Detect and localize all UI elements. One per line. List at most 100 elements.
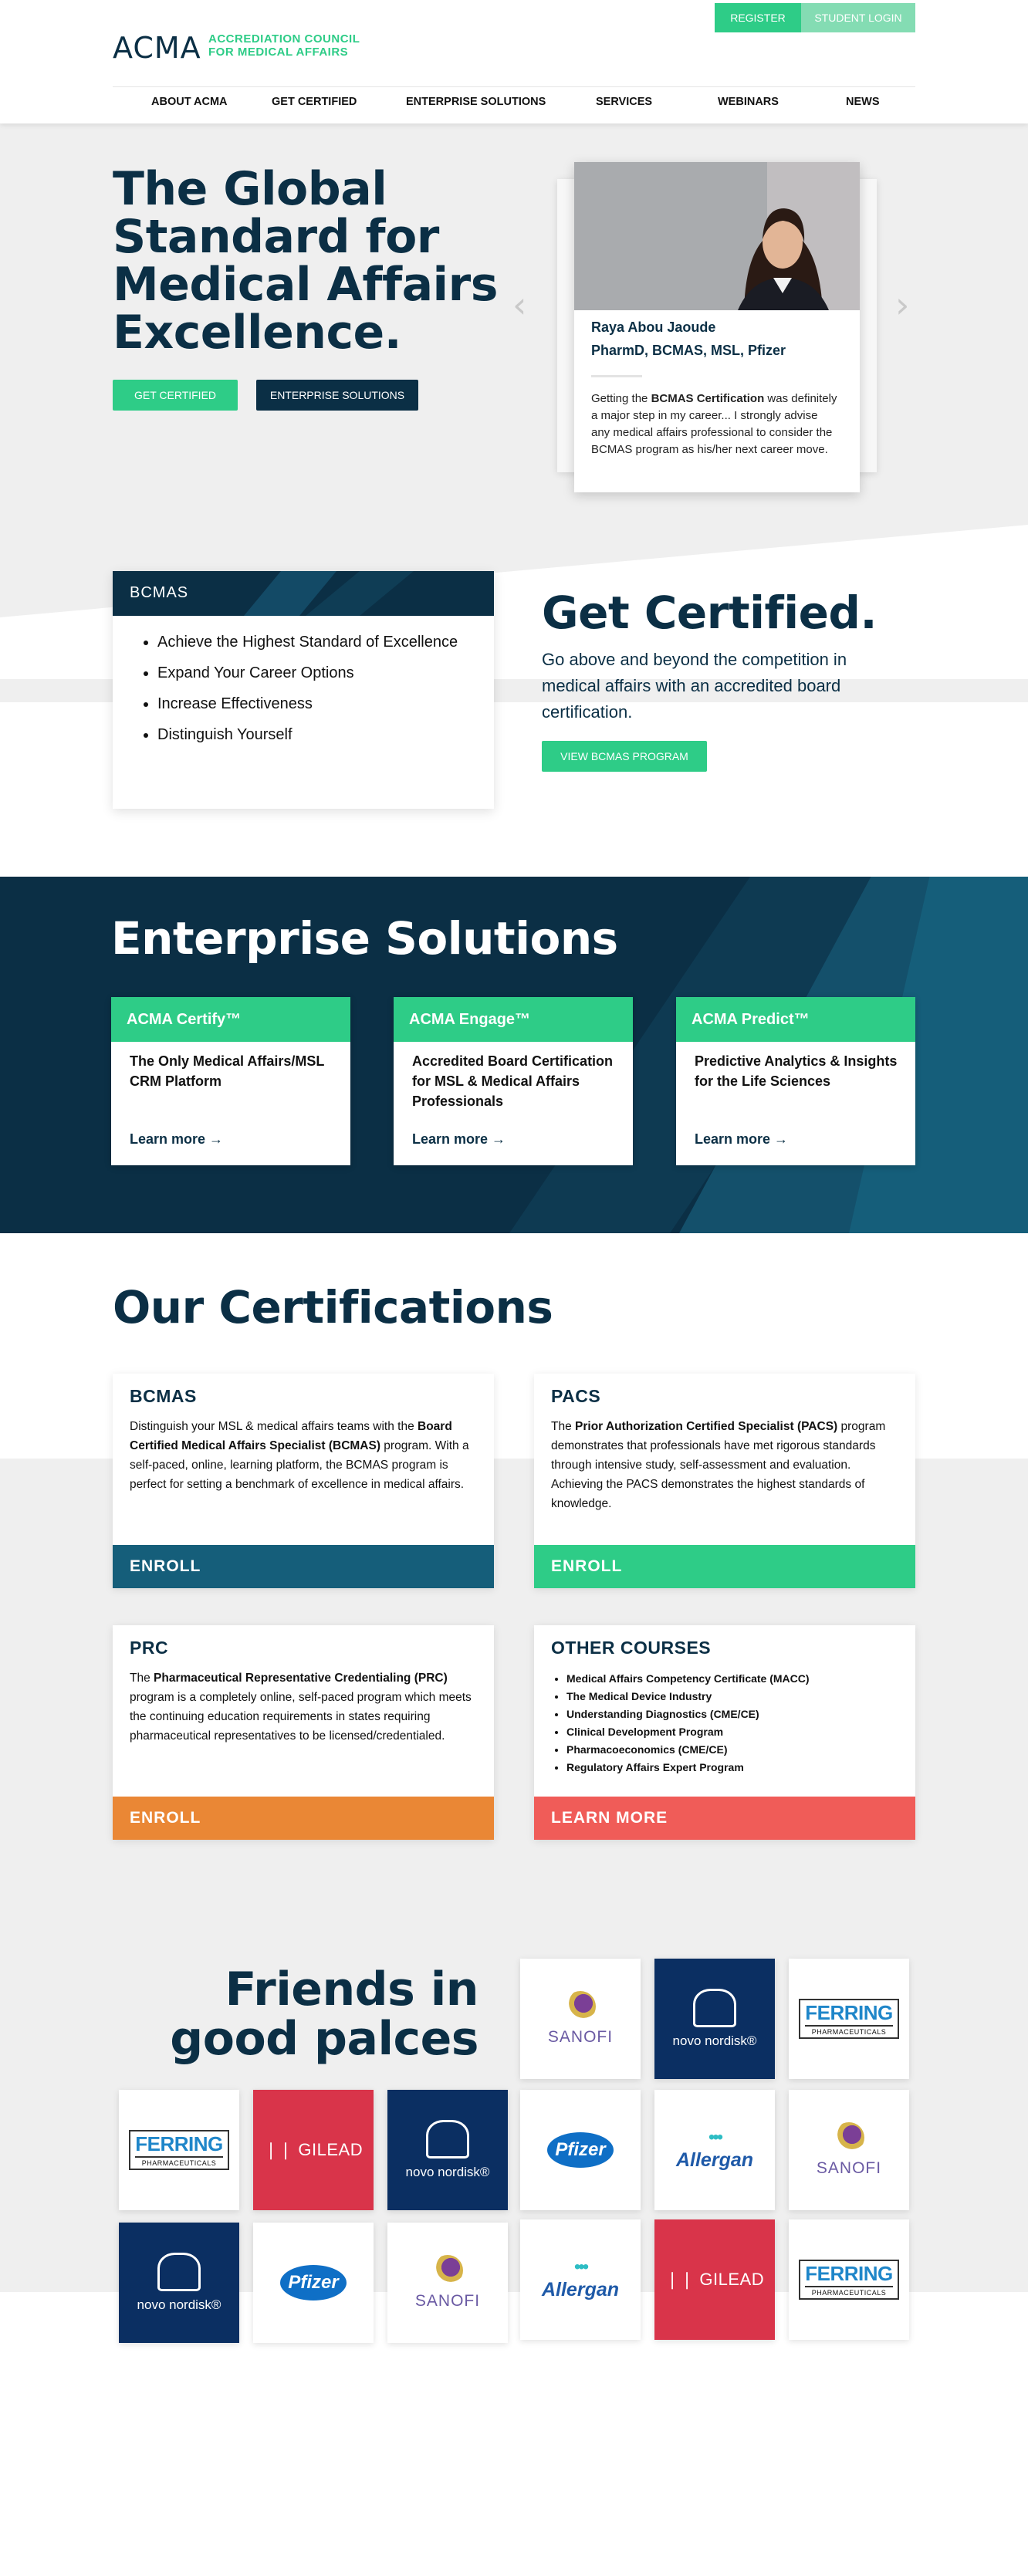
- cert-card-bcmas: BCMAS Distinguish your MSL & medical aff…: [113, 1374, 494, 1588]
- other-courses-list: Medical Affairs Competency Certificate (…: [566, 1670, 906, 1776]
- enterprise-card-certify[interactable]: ACMA Certify™ The Only Medical Affairs/M…: [111, 997, 350, 1165]
- chevron-left-icon[interactable]: ‹: [512, 284, 526, 326]
- list-item[interactable]: Clinical Development Program: [566, 1723, 906, 1741]
- partner-logo-allergan: ••• Allergan: [520, 2219, 641, 2340]
- list-item[interactable]: Regulatory Affairs Expert Program: [566, 1759, 906, 1776]
- enterprise-card-desc: Predictive Analytics & Insights for the …: [695, 1053, 898, 1089]
- partner-name: FERRING: [135, 2132, 223, 2155]
- get-certified-title: Get Certified.: [542, 587, 877, 639]
- partner-logo-gilead: ❘❘ GILEAD: [654, 2219, 775, 2340]
- partners-title: Friends in good palces: [154, 1965, 478, 2064]
- enterprise-solutions-button[interactable]: ENTERPRISE SOLUTIONS: [256, 380, 418, 411]
- chevron-right-icon[interactable]: ›: [895, 284, 909, 326]
- testimonial-quote: Getting the BCMAS Certification was defi…: [591, 390, 838, 458]
- list-item[interactable]: Medical Affairs Competency Certificate (…: [566, 1670, 906, 1688]
- body-text-post: program is a completely online, self-pac…: [130, 1691, 472, 1743]
- body-text-bold: Pharmaceutical Representative Credential…: [154, 1672, 448, 1685]
- prc-enroll-button[interactable]: ENROLL: [113, 1797, 494, 1840]
- testimonial-credentials: PharmD, BCMAS, MSL, Pfizer: [591, 343, 786, 358]
- ferring-logo-box: FERRING PHARMACEUTICALS: [129, 2130, 229, 2170]
- bcmas-card-title: BCMAS: [130, 584, 189, 601]
- logo-subtitle-line2: FOR MEDICAL AFFAIRS: [208, 46, 349, 59]
- bull-icon: [426, 2120, 469, 2158]
- allergan-dots-icon: •••: [573, 2256, 589, 2277]
- body-text-post: program demonstrates that professionals …: [551, 1420, 886, 1510]
- testimonial-photo: [574, 162, 860, 310]
- cert-card-other-courses: OTHER COURSES Medical Affairs Competency…: [534, 1625, 915, 1840]
- site-header: ACMA ACCREDIATION COUNCIL FOR MEDICAL AF…: [0, 0, 1028, 123]
- partner-logo-ferring: FERRING PHARMACEUTICALS: [789, 2219, 909, 2340]
- register-button[interactable]: REGISTER: [715, 3, 801, 32]
- nav-enterprise-solutions[interactable]: ENTERPRISE SOLUTIONS: [406, 96, 546, 108]
- learn-more-link[interactable]: Learn more →: [695, 1131, 788, 1148]
- partner-name: SANOFI: [547, 2028, 614, 2046]
- quote-text-bold: BCMAS Certification: [651, 392, 765, 405]
- get-certified-text: Go above and beyond the competition in m…: [542, 650, 847, 722]
- partners-title-line1: Friends in: [225, 1962, 478, 2017]
- nav-divider: [113, 86, 915, 87]
- cert-card-title: BCMAS: [130, 1386, 197, 1406]
- nav-webinars[interactable]: WEBINARS: [718, 96, 779, 108]
- partner-subname: PHARMACEUTICALS: [805, 2286, 893, 2298]
- bull-icon: [157, 2253, 201, 2291]
- cert-card-body: The Prior Authorization Certified Specia…: [551, 1417, 903, 1513]
- partners-title-line2: good palces: [170, 2012, 478, 2066]
- enterprise-card-desc: Accredited Board Certification for MSL &…: [412, 1053, 614, 1109]
- quote-text-pre: Getting the: [591, 392, 651, 405]
- learn-more-link[interactable]: Learn more →: [412, 1131, 506, 1148]
- ferring-logo-box: FERRING PHARMACEUTICALS: [799, 1999, 899, 2039]
- enterprise-card-title: ACMA Certify™: [111, 997, 350, 1042]
- partner-logo-ferring: FERRING PHARMACEUTICALS: [789, 1959, 909, 2079]
- nav-get-certified[interactable]: GET CERTIFIED: [272, 96, 357, 108]
- learn-more-link[interactable]: Learn more →: [130, 1131, 223, 1148]
- pacs-enroll-button[interactable]: ENROLL: [534, 1545, 915, 1588]
- view-bcmas-program-button[interactable]: VIEW BCMAS PROGRAM: [542, 741, 707, 772]
- sanofi-mark-icon: [834, 2122, 864, 2153]
- partner-logo-pfizer: Pfizer: [253, 2223, 374, 2343]
- bcmas-card-header: BCMAS: [113, 571, 494, 616]
- nav-about-acma[interactable]: ABOUT ACMA: [151, 96, 228, 108]
- nav-news[interactable]: NEWS: [846, 96, 880, 108]
- get-certified-button[interactable]: GET CERTIFIED: [113, 380, 238, 411]
- enterprise-title: Enterprise Solutions: [111, 912, 618, 965]
- student-login-button[interactable]: STUDENT LOGIN: [801, 3, 915, 32]
- list-item[interactable]: Pharmacoeconomics (CME/CE): [566, 1741, 906, 1759]
- logo-wordmark[interactable]: ACMA: [113, 31, 201, 65]
- partner-name-text: GILEAD: [699, 2270, 765, 2289]
- partner-name: novo nordisk®: [405, 2165, 490, 2179]
- enterprise-card-predict[interactable]: ACMA Predict™ Predictive Analytics & Ins…: [676, 997, 915, 1165]
- bull-icon: [693, 1989, 736, 2027]
- gilead-leaf-icon: ❘❘: [263, 2140, 299, 2159]
- partner-name-text: GILEAD: [298, 2140, 364, 2159]
- allergan-dots-icon: •••: [708, 2126, 723, 2148]
- partner-subname: PHARMACEUTICALS: [805, 2025, 893, 2037]
- body-text-bold: Prior Authorization Certified Specialist…: [575, 1420, 838, 1433]
- partner-logo-pfizer: Pfizer: [520, 2090, 641, 2210]
- hero-title: The Global Standard for Medical Affairs …: [113, 162, 498, 360]
- partner-logo-novo-nordisk: novo nordisk®: [119, 2223, 239, 2343]
- logo-subtitle-line1: ACCREDIATION COUNCIL: [208, 32, 360, 46]
- bcmas-enroll-button[interactable]: ENROLL: [113, 1545, 494, 1588]
- nav-services[interactable]: SERVICES: [596, 96, 652, 108]
- enterprise-card-engage[interactable]: ACMA Engage™ Accredited Board Certificat…: [394, 997, 633, 1165]
- cert-card-body: The Pharmaceutical Representative Creden…: [130, 1668, 482, 1746]
- partner-subname: PHARMACEUTICALS: [135, 2156, 223, 2169]
- list-item[interactable]: The Medical Device Industry: [566, 1688, 906, 1706]
- body-text-pre: The: [130, 1672, 154, 1685]
- partner-name: ❘❘ GILEAD: [264, 2140, 363, 2160]
- logo-subtitle: ACCREDIATION COUNCIL FOR MEDICAL AFFAIRS: [208, 32, 360, 59]
- learn-more-button[interactable]: LEARN MORE: [534, 1797, 915, 1840]
- certifications-title: Our Certifications: [113, 1281, 553, 1334]
- partner-name: Allergan: [675, 2148, 754, 2171]
- list-item[interactable]: Understanding Diagnostics (CME/CE): [566, 1706, 906, 1723]
- partner-logo-gilead: ❘❘ GILEAD: [253, 2090, 374, 2210]
- cert-card-prc: PRC The Pharmaceutical Representative Cr…: [113, 1625, 494, 1840]
- partner-name: FERRING: [805, 2001, 893, 2024]
- partner-name: Pfizer: [280, 2265, 347, 2300]
- partner-name: Allergan: [541, 2278, 620, 2300]
- partner-name: SANOFI: [816, 2159, 882, 2177]
- partner-logo-ferring: FERRING PHARMACEUTICALS: [119, 2090, 239, 2210]
- list-item: Expand Your Career Options: [157, 664, 475, 682]
- gilead-leaf-icon: ❘❘: [664, 2270, 700, 2289]
- body-text-pre: Distinguish your MSL & medical affairs t…: [130, 1420, 418, 1433]
